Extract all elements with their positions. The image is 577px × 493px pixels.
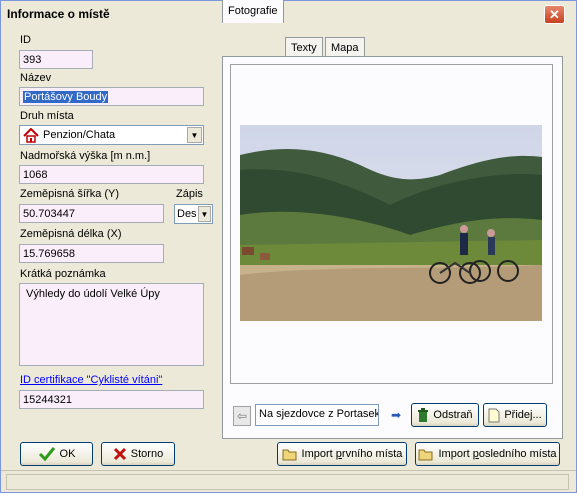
zapis-select[interactable]: Des ▼: [174, 204, 213, 224]
photo-frame: [230, 64, 553, 384]
house-icon: [23, 127, 39, 146]
ok-button[interactable]: OK: [20, 442, 93, 466]
import-last-label: Import posledního místa: [438, 448, 557, 460]
trash-icon: [418, 408, 429, 422]
sirka-field[interactable]: 50.703447: [19, 204, 164, 223]
arrow-left-icon: ⇦: [236, 409, 248, 423]
window-title: Informace o místě: [7, 7, 110, 21]
storno-button[interactable]: Storno: [101, 442, 175, 466]
cert-link[interactable]: ID certifikace "Cyklisté vítáni": [20, 374, 162, 386]
checkmark-icon: [38, 447, 55, 462]
status-bar: [1, 470, 576, 492]
new-document-icon: [488, 408, 500, 422]
chevron-down-icon[interactable]: ▼: [187, 127, 202, 143]
druh-select[interactable]: Penzion/Chata ▼: [19, 125, 204, 145]
nazev-field[interactable]: Portášovy Boudy: [19, 87, 204, 106]
status-pane: [6, 474, 569, 490]
tab-fotografie[interactable]: Fotografie: [222, 0, 284, 23]
import-first-label: Import prvního místa: [301, 448, 403, 460]
tab-panel-fotografie: ⇦ Na sjezdovce z Portasek. ➡ Odstraň Při…: [222, 56, 563, 439]
poznamka-memo[interactable]: Výhledy do údolí Velké Úpy: [19, 283, 204, 366]
folder-open-icon: [418, 449, 433, 460]
delka-field[interactable]: 15.769658: [19, 244, 164, 263]
poznamka-label: Krátká poznámka: [20, 268, 106, 280]
zapis-value: Des: [177, 208, 197, 220]
dialog-window: Informace o místě ✕ ID 393 Název Portášo…: [0, 0, 577, 493]
prev-photo-button[interactable]: ⇦: [233, 406, 251, 426]
close-icon: ✕: [549, 7, 560, 22]
vyska-field[interactable]: 1068: [19, 165, 204, 184]
add-photo-button[interactable]: Přidej...: [483, 403, 547, 427]
next-photo-button[interactable]: ➡: [387, 406, 405, 426]
photo-caption-field[interactable]: Na sjezdovce z Portasek.: [255, 404, 379, 426]
ok-label: OK: [59, 448, 76, 460]
druh-value: Penzion/Chata: [43, 129, 116, 141]
x-icon: [113, 447, 126, 461]
import-last-button[interactable]: Import posledního místa: [415, 442, 560, 466]
close-button[interactable]: ✕: [544, 5, 565, 24]
delka-label: Zeměpisná délka (X): [20, 228, 122, 240]
sirka-label: Zeměpisná šířka (Y): [20, 188, 120, 200]
cert-field[interactable]: 15244321: [19, 390, 204, 409]
delete-photo-button[interactable]: Odstraň: [411, 403, 479, 427]
storno-label: Storno: [130, 448, 164, 460]
delete-photo-label: Odstraň: [433, 409, 473, 421]
nazev-label: Název: [20, 72, 52, 84]
folder-open-icon: [282, 449, 297, 460]
id-field[interactable]: 393: [19, 50, 93, 69]
title-bar[interactable]: Informace o místě ✕: [1, 1, 576, 27]
id-label: ID: [20, 34, 31, 46]
photo-image: [240, 125, 542, 321]
add-photo-label: Přidej...: [504, 409, 542, 421]
vyska-label: Nadmořská výška [m n.m.]: [20, 150, 151, 162]
zapis-label: Zápis: [176, 188, 203, 200]
druh-label: Druh místa: [20, 110, 74, 122]
import-first-button[interactable]: Import prvního místa: [277, 442, 407, 466]
chevron-down-icon[interactable]: ▼: [198, 206, 211, 222]
arrow-right-icon: ➡: [390, 408, 402, 422]
nazev-value: Portášovy Boudy: [23, 91, 109, 103]
